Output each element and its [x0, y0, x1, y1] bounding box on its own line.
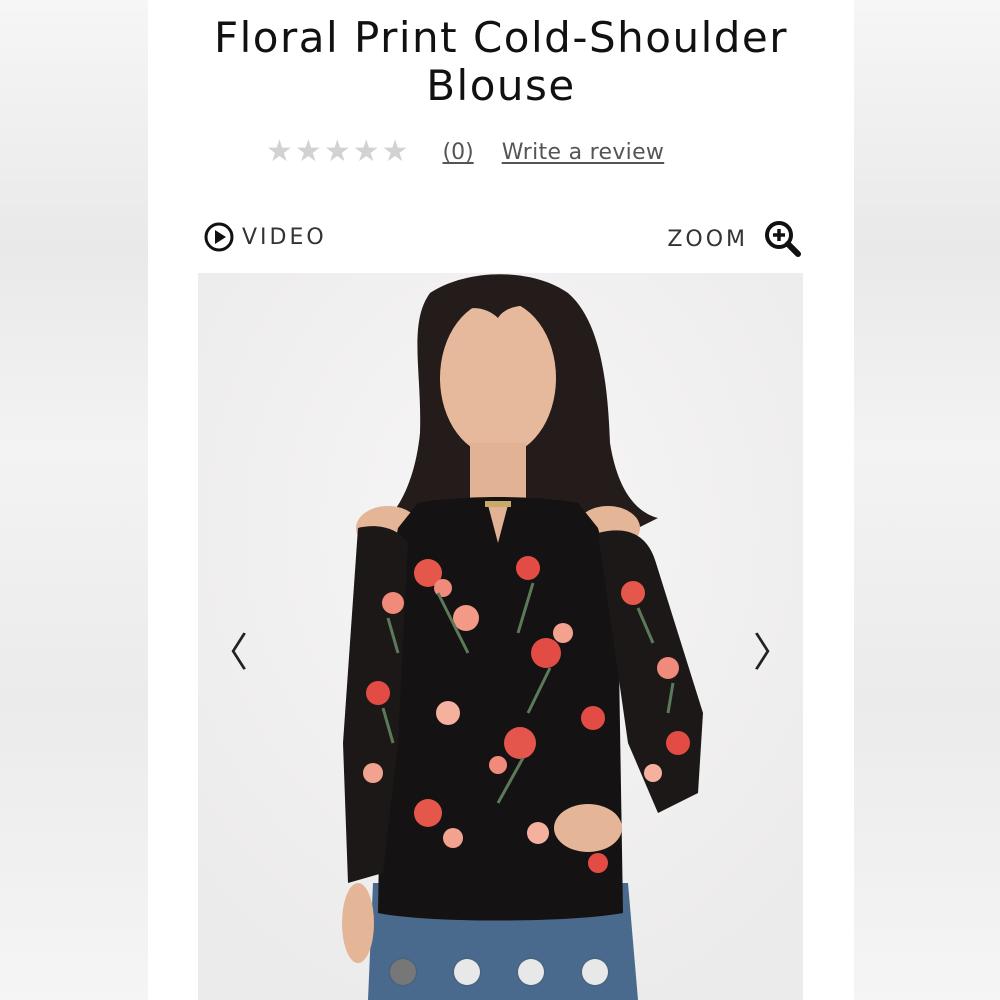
rating-row: ★ ★ ★ ★ ★ (0) Write a review	[266, 132, 664, 172]
star-icon: ★	[294, 134, 322, 169]
product-page: Floral Print Cold-Shoulder Blouse ★ ★ ★ …	[148, 0, 854, 1000]
product-image-gallery[interactable]: 〈 〉	[198, 273, 803, 1000]
carousel-dot-4[interactable]	[582, 959, 608, 985]
zoom-label: ZOOM	[667, 226, 748, 252]
play-circle-icon	[204, 222, 234, 252]
previous-image-arrow[interactable]: 〈	[208, 633, 248, 673]
star-icon: ★	[352, 134, 380, 169]
star-rating: ★ ★ ★ ★ ★	[266, 137, 409, 167]
carousel-dots	[390, 959, 608, 985]
product-photo	[198, 273, 803, 1000]
next-image-arrow[interactable]: 〉	[753, 633, 793, 673]
product-title: Floral Print Cold-Shoulder Blouse	[148, 14, 854, 110]
product-title-line-1: Floral Print Cold-Shoulder	[213, 13, 789, 62]
video-button[interactable]: VIDEO	[204, 222, 327, 252]
zoom-in-icon	[765, 221, 801, 257]
left-backdrop	[0, 0, 148, 1000]
right-backdrop	[854, 0, 1000, 1000]
carousel-dot-3[interactable]	[518, 959, 544, 985]
zoom-button[interactable]: ZOOM	[667, 220, 802, 258]
star-icon: ★	[323, 134, 351, 169]
write-review-link[interactable]: Write a review	[502, 140, 665, 165]
carousel-dot-1[interactable]	[390, 959, 416, 985]
star-icon: ★	[266, 134, 293, 169]
video-label: VIDEO	[242, 224, 327, 250]
carousel-dot-2[interactable]	[454, 959, 480, 985]
star-icon: ★	[381, 134, 409, 169]
review-count-link[interactable]: (0)	[443, 140, 474, 165]
product-title-line-2: Blouse	[426, 61, 576, 110]
